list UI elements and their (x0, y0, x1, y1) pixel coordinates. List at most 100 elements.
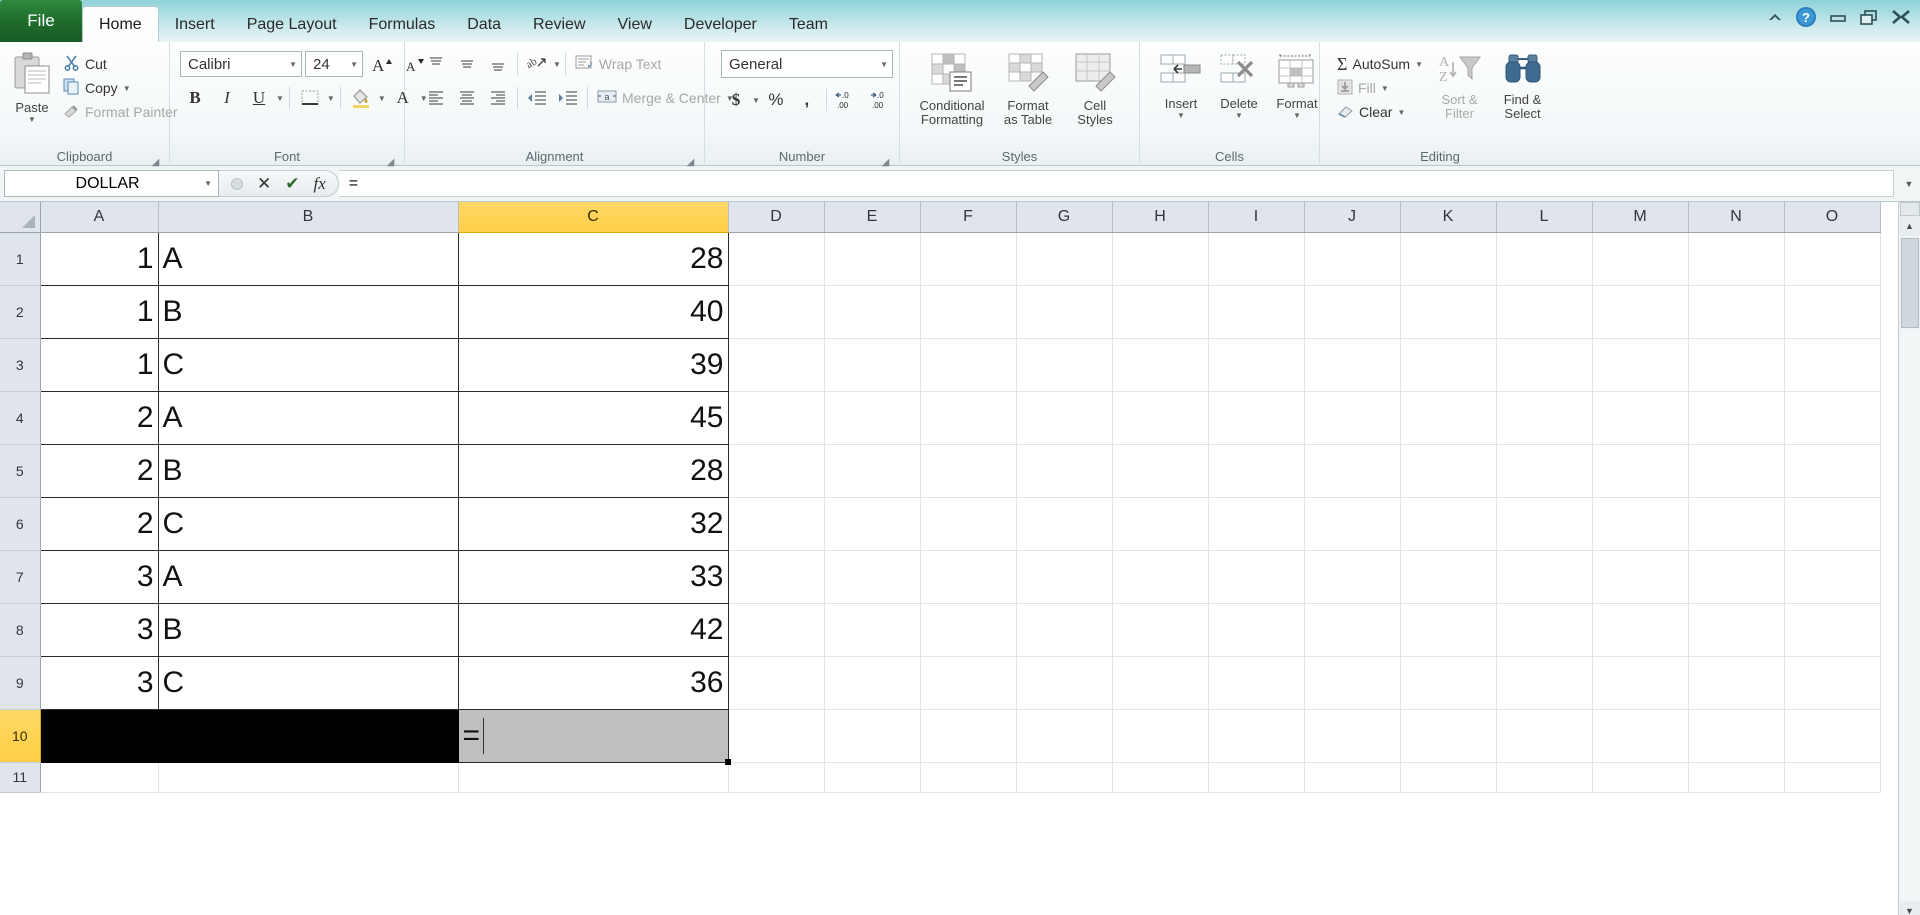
cell-M8[interactable] (1592, 603, 1689, 657)
cell-D8[interactable] (728, 603, 825, 657)
cell-L2[interactable] (1496, 285, 1593, 339)
cell-O6[interactable] (1784, 497, 1881, 551)
italic-button[interactable]: I (212, 84, 242, 112)
align-center-button[interactable] (452, 84, 482, 112)
name-box-caret-icon[interactable]: ▼ (204, 179, 212, 188)
column-header-d[interactable]: D (728, 202, 825, 233)
cell-G5[interactable] (1016, 444, 1113, 498)
cell-N2[interactable] (1688, 285, 1785, 339)
font-dialog-launcher[interactable]: ◢ (385, 154, 396, 168)
format-cells-dropdown-icon[interactable]: ▼ (1293, 111, 1301, 120)
tab-view[interactable]: View (602, 8, 668, 42)
cut-button[interactable]: Cut (58, 52, 183, 76)
cell-D4[interactable] (728, 391, 825, 445)
fill-handle[interactable] (724, 758, 731, 765)
copy-dropdown-icon[interactable]: ▼ (123, 84, 131, 93)
cell-K7[interactable] (1400, 550, 1497, 604)
cell-H8[interactable] (1112, 603, 1209, 657)
column-header-g[interactable]: G (1016, 202, 1113, 233)
cell-B4[interactable]: A (158, 391, 459, 445)
cell-N11[interactable] (1688, 762, 1785, 793)
row-header-1[interactable]: 1 (0, 232, 41, 286)
cell-I6[interactable] (1208, 497, 1305, 551)
cell-F8[interactable] (920, 603, 1017, 657)
cell-M4[interactable] (1592, 391, 1689, 445)
cell-K5[interactable] (1400, 444, 1497, 498)
currency-dropdown-icon[interactable]: ▼ (752, 96, 760, 105)
cell-I5[interactable] (1208, 444, 1305, 498)
column-header-i[interactable]: I (1208, 202, 1305, 233)
cell-K10[interactable] (1400, 709, 1497, 763)
cell-N6[interactable] (1688, 497, 1785, 551)
autosum-dropdown-icon[interactable]: ▼ (1415, 60, 1423, 69)
cell-B11[interactable] (158, 762, 459, 793)
column-header-o[interactable]: O (1784, 202, 1881, 233)
copy-button[interactable]: Copy ▼ (58, 76, 183, 100)
cell-J9[interactable] (1304, 656, 1401, 710)
cell-B10[interactable] (158, 709, 459, 763)
tab-file[interactable]: File (0, 0, 82, 42)
align-bottom-button[interactable] (483, 50, 513, 78)
cell-C11[interactable] (458, 762, 729, 793)
cell-J2[interactable] (1304, 285, 1401, 339)
tab-data[interactable]: Data (451, 8, 517, 42)
cell-N1[interactable] (1688, 232, 1785, 286)
row-header-5[interactable]: 5 (0, 444, 41, 498)
cell-C9[interactable]: 36 (458, 656, 729, 710)
cell-G10[interactable] (1016, 709, 1113, 763)
increase-decimal-button[interactable]: .0 .00 (831, 86, 865, 114)
cell-H2[interactable] (1112, 285, 1209, 339)
cell-C5[interactable]: 28 (458, 444, 729, 498)
column-header-l[interactable]: L (1496, 202, 1593, 233)
cell-O5[interactable] (1784, 444, 1881, 498)
insert-function-button[interactable]: fx (314, 174, 326, 194)
cell-F1[interactable] (920, 232, 1017, 286)
row-header-7[interactable]: 7 (0, 550, 41, 604)
cell-M2[interactable] (1592, 285, 1689, 339)
tab-home[interactable]: Home (82, 6, 159, 42)
cell-I8[interactable] (1208, 603, 1305, 657)
clear-dropdown-icon[interactable]: ▼ (1397, 108, 1405, 117)
tab-team[interactable]: Team (773, 8, 844, 42)
cell-G2[interactable] (1016, 285, 1113, 339)
column-header-k[interactable]: K (1400, 202, 1497, 233)
cell-D7[interactable] (728, 550, 825, 604)
cell-J10[interactable] (1304, 709, 1401, 763)
cell-C7[interactable]: 33 (458, 550, 729, 604)
cell-D5[interactable] (728, 444, 825, 498)
cell-C3[interactable]: 39 (458, 338, 729, 392)
cell-N8[interactable] (1688, 603, 1785, 657)
cell-O10[interactable] (1784, 709, 1881, 763)
underline-button[interactable]: U (244, 84, 274, 112)
cell-A6[interactable]: 2 (39, 497, 159, 551)
cell-G7[interactable] (1016, 550, 1113, 604)
cell-B5[interactable]: B (158, 444, 459, 498)
column-header-e[interactable]: E (824, 202, 921, 233)
cell-J1[interactable] (1304, 232, 1401, 286)
cell-D2[interactable] (728, 285, 825, 339)
cell-O7[interactable] (1784, 550, 1881, 604)
cell-A4[interactable]: 2 (39, 391, 159, 445)
cell-F3[interactable] (920, 338, 1017, 392)
expand-formula-bar-button[interactable]: ▼ (1898, 166, 1920, 201)
cell-C4[interactable]: 45 (458, 391, 729, 445)
cell-I10[interactable] (1208, 709, 1305, 763)
cell-O2[interactable] (1784, 285, 1881, 339)
cell-D11[interactable] (728, 762, 825, 793)
cell-M11[interactable] (1592, 762, 1689, 793)
cell-M3[interactable] (1592, 338, 1689, 392)
cell-K4[interactable] (1400, 391, 1497, 445)
cell-M7[interactable] (1592, 550, 1689, 604)
cell-A10[interactable] (40, 709, 159, 763)
alignment-dialog-launcher[interactable]: ◢ (685, 154, 696, 168)
minimize-icon[interactable] (1828, 9, 1848, 25)
name-box[interactable]: DOLLAR ▼ (4, 170, 219, 197)
cell-B9[interactable]: C (158, 656, 459, 710)
cell-N3[interactable] (1688, 338, 1785, 392)
cell-L7[interactable] (1496, 550, 1593, 604)
cell-J6[interactable] (1304, 497, 1401, 551)
cell-K6[interactable] (1400, 497, 1497, 551)
tab-formulas[interactable]: Formulas (353, 8, 452, 42)
cell-F4[interactable] (920, 391, 1017, 445)
cell-K2[interactable] (1400, 285, 1497, 339)
